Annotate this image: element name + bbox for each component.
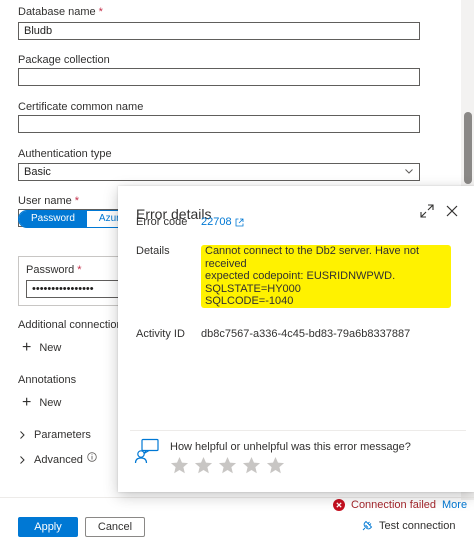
additional-connection-label: Additional connection	[18, 319, 118, 331]
star-icon[interactable]	[218, 456, 237, 475]
annotations-label: Annotations	[18, 374, 77, 386]
required-marker: *	[98, 6, 103, 18]
feedback-question: How helpful or unhelpful was this error …	[170, 441, 411, 453]
scrollbar-thumb[interactable]	[464, 112, 472, 184]
error-icon	[333, 499, 345, 511]
connection-status-text: Connection failed	[351, 499, 437, 511]
add-annotation-button[interactable]: + New	[22, 394, 61, 411]
cert-common-name-label: Certificate common name	[18, 101, 144, 113]
test-connection-button[interactable]: Test connection	[361, 520, 455, 532]
advanced-expander[interactable]: Advanced	[18, 452, 97, 466]
details-label: Details	[136, 245, 170, 257]
parameters-expander[interactable]: Parameters	[18, 429, 91, 441]
info-icon[interactable]	[87, 452, 97, 462]
feedback-divider	[130, 430, 466, 431]
cert-common-name-input[interactable]	[18, 115, 420, 133]
database-name-label: Database name *	[18, 6, 103, 18]
error-code-label: Error code	[136, 216, 188, 228]
external-link-icon	[235, 218, 243, 226]
more-link[interactable]: More	[442, 499, 467, 511]
error-details-text: Cannot connect to the Db2 server. Have n…	[201, 245, 451, 308]
password-label: Password *	[26, 264, 82, 276]
auth-type-select[interactable]: Basic	[18, 163, 420, 181]
star-icon[interactable]	[266, 456, 285, 475]
auth-type-label: Authentication type	[18, 148, 112, 160]
plus-icon: +	[22, 394, 32, 411]
cancel-button[interactable]: Cancel	[85, 517, 145, 537]
auth-type-value: Basic	[24, 166, 51, 178]
chevron-down-icon	[405, 169, 413, 174]
feedback-icon	[134, 438, 159, 464]
expand-icon[interactable]	[420, 204, 434, 218]
star-icon[interactable]	[242, 456, 261, 475]
package-collection-label: Package collection	[18, 54, 110, 66]
user-name-label: User name *	[18, 195, 80, 207]
required-marker: *	[74, 195, 80, 207]
error-code-link[interactable]: 22708	[201, 216, 244, 228]
error-details-dialog: Error details Error code 22708 Details C…	[118, 186, 474, 492]
star-icon[interactable]	[194, 456, 213, 475]
close-icon[interactable]	[446, 205, 458, 217]
plug-icon	[362, 520, 373, 531]
activity-id-label: Activity ID	[136, 328, 185, 340]
activity-id-value: db8c7567-a336-4c45-bd83-79a6b8337887	[201, 328, 411, 340]
required-marker: *	[77, 264, 82, 276]
add-connection-property-button[interactable]: + New	[22, 339, 61, 356]
package-collection-input[interactable]	[18, 68, 420, 86]
chevron-right-icon	[20, 456, 25, 464]
chevron-right-icon	[20, 431, 25, 439]
rating-stars	[170, 456, 285, 475]
star-icon[interactable]	[170, 456, 189, 475]
tab-password[interactable]: Password	[19, 211, 87, 227]
plus-icon: +	[22, 339, 32, 356]
apply-button[interactable]: Apply	[18, 517, 78, 537]
footer-divider	[0, 497, 474, 498]
database-name-input[interactable]: Bludb	[18, 22, 420, 40]
connection-status: Connection failed More	[333, 499, 467, 511]
